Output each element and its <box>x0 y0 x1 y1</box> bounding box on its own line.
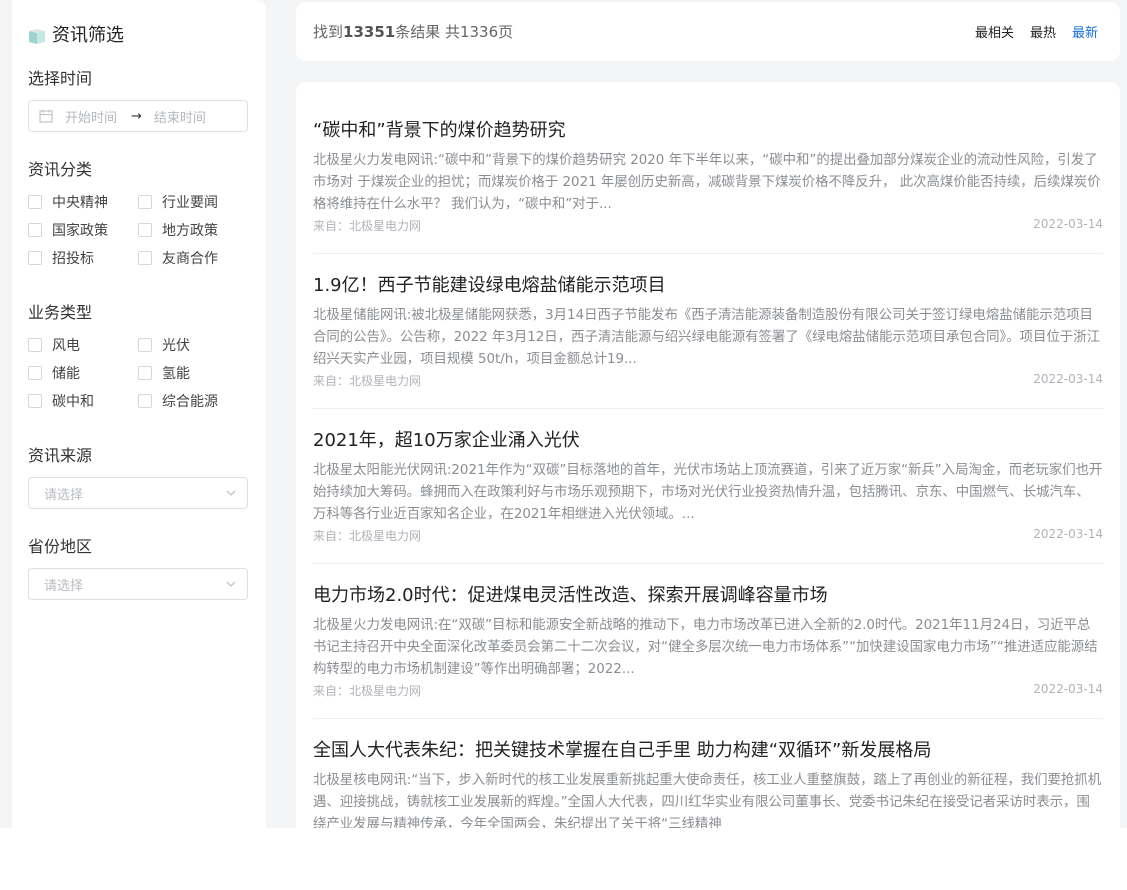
filter-icon <box>29 29 45 44</box>
checkbox[interactable] <box>138 394 152 408</box>
end-date-input[interactable]: 结束时间 <box>154 107 206 126</box>
date-range-picker[interactable]: 开始时间 → 结束时间 <box>28 100 248 132</box>
article-summary: 北极星核电网讯:“当下，步入新时代的核工业发展重新挑起重大使命责任，核工业人重整… <box>313 773 1102 828</box>
article-date: 2022-03-14 <box>1033 372 1103 386</box>
range-arrow-icon: → <box>131 108 142 124</box>
article-summary: 北极星火力发电网讯:“碳中和”背景下的煤价趋势研究 2020 年下半年以来，“碳… <box>313 153 1101 212</box>
divider <box>313 253 1103 254</box>
checkbox[interactable] <box>138 338 152 352</box>
article-source: 来自：北极星电力网 <box>313 684 422 698</box>
article-meta: 来自：北极星电力网 2022-03-14 <box>313 217 1103 233</box>
region-select-placeholder: 请选择 <box>44 578 84 594</box>
article-source: 来自：北极星电力网 <box>313 529 422 543</box>
page-bottom-blank <box>0 828 1127 890</box>
business-checkbox-group: 风电 光伏 储能 氢能 碳中和 综合能源 <box>28 336 258 410</box>
article-source: 来自：北极星电力网 <box>313 374 422 388</box>
filter-sidebar: 资讯筛选 选择时间 开始时间 → 结束时间 资讯分类 中央精神 行业要闻 国家政… <box>12 0 266 828</box>
checkbox[interactable] <box>28 195 42 209</box>
article-meta: 来自：北极星电力网 2022-03-14 <box>313 372 1103 388</box>
sort-newest[interactable]: 最新 <box>1072 22 1098 41</box>
article-date: 2022-03-14 <box>1033 527 1103 541</box>
business-checkbox-item[interactable]: 碳中和 <box>28 392 138 410</box>
sort-hottest[interactable]: 最热 <box>1030 22 1056 41</box>
checkbox[interactable] <box>28 251 42 265</box>
category-checkbox-item[interactable]: 地方政策 <box>138 221 248 239</box>
filter-title-text: 资讯筛选 <box>52 25 124 46</box>
article-title[interactable]: 2021年，超10万家企业涌入光伏 <box>313 428 1103 454</box>
start-date-input[interactable]: 开始时间 <box>65 107 129 126</box>
article-item[interactable]: 全国人大代表朱纪：把关键技术掌握在自己手里 助力构建“双循环”新发展格局 北极星… <box>313 738 1103 828</box>
checkbox[interactable] <box>138 251 152 265</box>
sort-relevance[interactable]: 最相关 <box>975 22 1014 41</box>
divider <box>313 718 1103 719</box>
article-item[interactable]: 电力市场2.0时代：促进煤电灵活性改造、探索开展调峰容量市场 北极星火力发电网讯… <box>313 583 1103 698</box>
time-section-label: 选择时间 <box>28 69 93 88</box>
category-checkbox-item[interactable]: 行业要闻 <box>138 193 248 211</box>
results-header-bar: 找到13351条结果 共1336页 最相关 最热 最新 <box>296 2 1120 61</box>
article-date: 2022-03-14 <box>1033 682 1103 696</box>
results-list: “碳中和”背景下的煤价趋势研究 北极星火力发电网讯:“碳中和”背景下的煤价趋势研… <box>296 82 1120 828</box>
checkbox[interactable] <box>138 223 152 237</box>
article-meta: 来自：北极星电力网 2022-03-14 <box>313 527 1103 543</box>
article-item[interactable]: 1.9亿！西子节能建设绿电熔盐储能示范项目 北极星储能网讯:被北极星储能网获悉，… <box>313 273 1103 388</box>
category-checkbox-group: 中央精神 行业要闻 国家政策 地方政策 招投标 友商合作 <box>28 193 258 267</box>
article-item[interactable]: “碳中和”背景下的煤价趋势研究 北极星火力发电网讯:“碳中和”背景下的煤价趋势研… <box>313 118 1103 233</box>
business-checkbox-item[interactable]: 风电 <box>28 336 138 354</box>
divider <box>313 408 1103 409</box>
result-count-number: 13351 <box>343 23 396 41</box>
article-date: 2022-03-14 <box>1033 217 1103 231</box>
region-section-label: 省份地区 <box>28 537 93 556</box>
sort-options: 最相关 最热 最新 <box>975 22 1098 41</box>
category-checkbox-item[interactable]: 中央精神 <box>28 193 138 211</box>
checkbox[interactable] <box>28 366 42 380</box>
chevron-down-icon <box>226 581 236 587</box>
result-count: 找到13351条结果 共1336页 <box>313 23 514 41</box>
article-title[interactable]: “碳中和”背景下的煤价趋势研究 <box>313 118 1103 144</box>
category-checkbox-item[interactable]: 招投标 <box>28 249 138 267</box>
source-select-placeholder: 请选择 <box>44 487 84 503</box>
checkbox[interactable] <box>28 223 42 237</box>
article-summary: 北极星储能网讯:被北极星储能网获悉，3月14日西子节能发布《西子清洁能源装备制造… <box>313 308 1100 367</box>
checkbox[interactable] <box>138 366 152 380</box>
category-checkbox-item[interactable]: 国家政策 <box>28 221 138 239</box>
category-checkbox-item[interactable]: 友商合作 <box>138 249 248 267</box>
category-section-label: 资讯分类 <box>28 160 93 179</box>
checkbox[interactable] <box>28 394 42 408</box>
article-item[interactable]: 2021年，超10万家企业涌入光伏 北极星太阳能光伏网讯:2021年作为“双碳”… <box>313 428 1103 543</box>
article-title[interactable]: 电力市场2.0时代：促进煤电灵活性改造、探索开展调峰容量市场 <box>313 583 1103 609</box>
business-checkbox-item[interactable]: 储能 <box>28 364 138 382</box>
article-source: 来自：北极星电力网 <box>313 219 422 233</box>
checkbox[interactable] <box>28 338 42 352</box>
business-checkbox-item[interactable]: 氢能 <box>138 364 248 382</box>
checkbox[interactable] <box>138 195 152 209</box>
calendar-icon <box>39 110 53 123</box>
article-title[interactable]: 1.9亿！西子节能建设绿电熔盐储能示范项目 <box>313 273 1103 299</box>
chevron-down-icon <box>226 490 236 496</box>
article-meta: 来自：北极星电力网 2022-03-14 <box>313 682 1103 698</box>
article-summary: 北极星太阳能光伏网讯:2021年作为“双碳”目标落地的首年，光伏市场站上顶流赛道… <box>313 463 1103 522</box>
business-checkbox-item[interactable]: 光伏 <box>138 336 248 354</box>
filter-panel-title: 资讯筛选 <box>28 22 124 46</box>
article-title[interactable]: 全国人大代表朱纪：把关键技术掌握在自己手里 助力构建“双循环”新发展格局 <box>313 738 1103 764</box>
region-select[interactable]: 请选择 <box>28 568 248 600</box>
business-section-label: 业务类型 <box>28 303 93 322</box>
business-checkbox-item[interactable]: 综合能源 <box>138 392 248 410</box>
source-select[interactable]: 请选择 <box>28 477 248 509</box>
divider <box>313 563 1103 564</box>
article-summary: 北极星火力发电网讯:在“双碳”目标和能源安全新战略的推动下，电力市场改革已进入全… <box>313 618 1098 677</box>
source-section-label: 资讯来源 <box>28 446 93 465</box>
